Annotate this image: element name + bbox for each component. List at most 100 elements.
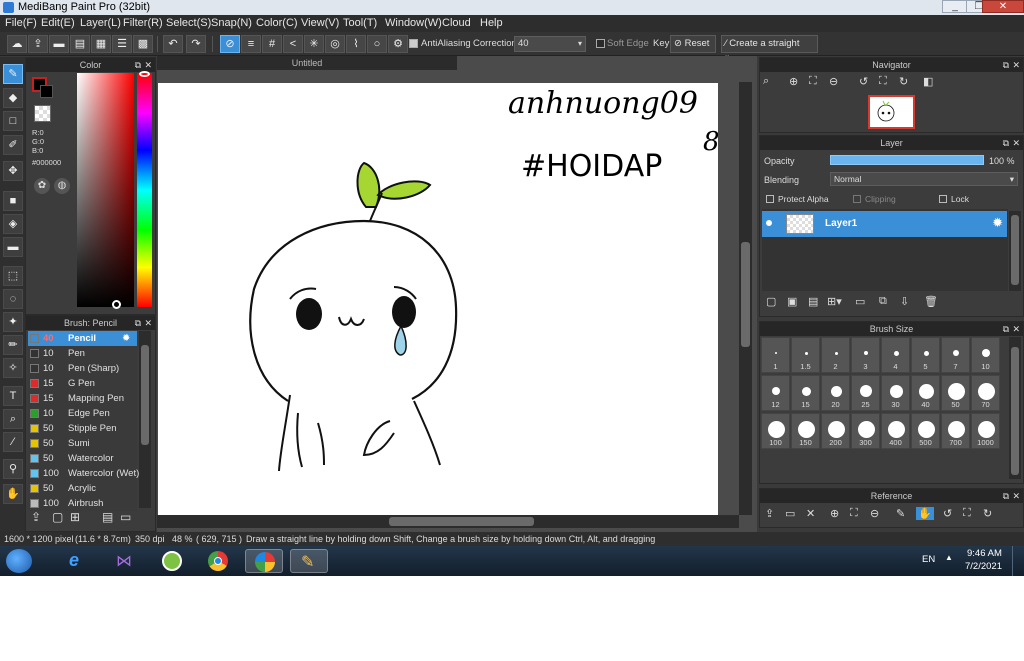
- undo-icon[interactable]: ↶: [163, 35, 183, 53]
- show-desktop-button[interactable]: [1012, 546, 1024, 576]
- medibang-taskbar-icon[interactable]: [245, 549, 283, 573]
- new-layer-icon[interactable]: ▢: [766, 295, 776, 308]
- brush-item[interactable]: 15 Mapping Pen: [28, 391, 137, 406]
- popout-icon[interactable]: ⧉: [1003, 489, 1009, 503]
- new-8bit-layer-icon[interactable]: ▤: [808, 295, 818, 308]
- menu-view[interactable]: View(V): [301, 17, 339, 29]
- brush-size-option[interactable]: 1: [761, 337, 790, 373]
- close-icon[interactable]: ✕: [1012, 58, 1020, 72]
- brush-size-option[interactable]: 20: [821, 375, 850, 411]
- ref-reset-icon[interactable]: ⛶: [963, 507, 971, 520]
- brush-size-option[interactable]: 150: [791, 413, 820, 449]
- text-tool-icon[interactable]: T: [3, 386, 23, 406]
- bucket-tool-icon[interactable]: ◈: [3, 214, 23, 234]
- correction-select[interactable]: 40 ▾: [514, 36, 586, 52]
- cloud-icon[interactable]: ☁: [7, 35, 27, 53]
- share-icon[interactable]: ⇪: [28, 35, 48, 53]
- select-pen-tool-icon[interactable]: ✏: [3, 335, 23, 355]
- folder-icon[interactable]: ▭: [855, 295, 865, 308]
- brush-size-option[interactable]: 50: [941, 375, 970, 411]
- zoom-out-icon[interactable]: ⊖: [829, 75, 838, 88]
- comment-icon[interactable]: ▬: [49, 35, 69, 53]
- zoom-in-icon[interactable]: ⊕: [789, 75, 798, 88]
- delete-layer-icon[interactable]: 🗑: [924, 295, 938, 308]
- ref-zoom-in-icon[interactable]: ⊕: [830, 507, 839, 520]
- brush-cloud-icon[interactable]: ⇪: [31, 510, 41, 524]
- snap-off-icon[interactable]: ⊘: [220, 35, 240, 53]
- list-icon[interactable]: ☰: [112, 35, 132, 53]
- drawing-canvas[interactable]: anhnuong09 8 #HOIDAP: [158, 83, 718, 515]
- reset-view-icon[interactable]: ⛶: [879, 75, 887, 88]
- brush-item[interactable]: 10 Edge Pen: [28, 406, 137, 421]
- divide-tool-icon[interactable]: ⌕: [3, 409, 23, 429]
- brush-size-option[interactable]: 2: [821, 337, 850, 373]
- brush-size-option[interactable]: 700: [941, 413, 970, 449]
- menu-help[interactable]: Help: [480, 17, 503, 29]
- lasso-tool-icon[interactable]: ◌: [3, 289, 23, 309]
- menu-filter[interactable]: Filter(R): [123, 17, 163, 29]
- brush-size-option[interactable]: 1.5: [791, 337, 820, 373]
- ref-rotate-left-icon[interactable]: ↺: [943, 507, 952, 520]
- brush-item[interactable]: 10 Pen: [28, 346, 137, 361]
- tray-expand-icon[interactable]: ▲: [945, 553, 953, 562]
- brush-item[interactable]: 50 Watercolor: [28, 451, 137, 466]
- popout-icon[interactable]: ⧉: [135, 316, 141, 330]
- ref-rotate-right-icon[interactable]: ↻: [983, 507, 992, 520]
- layer-scroll-thumb[interactable]: [1011, 215, 1019, 285]
- menu-snap[interactable]: Snap(N): [211, 17, 252, 29]
- brush-scroll-thumb[interactable]: [141, 345, 149, 445]
- new-brush-icon[interactable]: ▢: [52, 510, 63, 524]
- redo-icon[interactable]: ↷: [186, 35, 206, 53]
- magic-wand-tool-icon[interactable]: ✦: [3, 312, 23, 332]
- rotate-left-icon[interactable]: ↺: [859, 75, 868, 88]
- grid-icon[interactable]: ▩: [133, 35, 153, 53]
- ref-hand-icon[interactable]: ✋: [916, 507, 934, 520]
- brush-item[interactable]: 50 Stipple Pen: [28, 421, 137, 436]
- fill-rect-tool-icon[interactable]: ■: [3, 191, 23, 211]
- brush-size-option[interactable]: 200: [821, 413, 850, 449]
- menu-edit[interactable]: Edit(E): [41, 17, 75, 29]
- ref-zoom-out-icon[interactable]: ⊖: [870, 507, 879, 520]
- brush-item[interactable]: 100 Watercolor (Wet): [28, 466, 139, 481]
- brush-size-option[interactable]: 1000: [971, 413, 1000, 449]
- merge-layer-icon[interactable]: ⇩: [900, 295, 909, 308]
- hue-cursor[interactable]: [139, 71, 150, 77]
- eraser-tool-icon[interactable]: ◆: [3, 88, 23, 108]
- pen-tool-icon[interactable]: ✐: [3, 135, 23, 155]
- brush-size-option[interactable]: 400: [881, 413, 910, 449]
- brush-item[interactable]: 40 Pencil: [28, 331, 137, 346]
- canvas-horizontal-thumb[interactable]: [389, 517, 534, 526]
- brush-add-icon[interactable]: ⊞: [70, 510, 80, 524]
- brush-size-scrollbar[interactable]: [1009, 337, 1021, 479]
- eye-icon[interactable]: [766, 220, 772, 226]
- snap-vanishing-icon[interactable]: <: [283, 35, 303, 53]
- brush-list-scrollbar[interactable]: [139, 331, 151, 508]
- ref-cloud-icon[interactable]: ⇪: [765, 507, 774, 520]
- brush-folder-icon[interactable]: ▭: [120, 510, 131, 524]
- language-indicator[interactable]: EN: [922, 554, 935, 565]
- canvas-vertical-scrollbar[interactable]: [739, 82, 752, 515]
- protect-alpha-checkbox[interactable]: [766, 195, 774, 203]
- minimize-button[interactable]: _: [942, 0, 968, 13]
- saturation-value-picker[interactable]: [77, 73, 134, 307]
- move-tool-icon[interactable]: ✥: [3, 161, 23, 181]
- brush-size-option[interactable]: 7: [941, 337, 970, 373]
- select-rect-tool-icon[interactable]: ⬚: [3, 266, 23, 286]
- brush-item[interactable]: 15 G Pen: [28, 376, 137, 391]
- brush-settings-gear-icon[interactable]: ✹: [122, 333, 132, 344]
- internet-explorer-icon[interactable]: e: [58, 549, 96, 573]
- brush-size-option[interactable]: 100: [761, 413, 790, 449]
- operation-tool-icon[interactable]: ⁄: [3, 432, 23, 452]
- snap-circle-icon[interactable]: ◎: [325, 35, 345, 53]
- brush-tool-icon[interactable]: ✎: [3, 64, 23, 84]
- menu-select[interactable]: Select(S): [166, 17, 211, 29]
- ref-fit-icon[interactable]: ⛶: [850, 507, 858, 520]
- snap-crisscross-icon[interactable]: #: [262, 35, 282, 53]
- start-button[interactable]: [6, 549, 32, 573]
- navigator-thumbnail[interactable]: [868, 95, 915, 129]
- close-button[interactable]: ✕: [982, 0, 1024, 13]
- new-halftone-layer-icon[interactable]: ▣: [787, 295, 797, 308]
- flip-icon[interactable]: ◧: [923, 75, 933, 88]
- antialiasing-checkbox[interactable]: [409, 39, 418, 48]
- brush-size-option[interactable]: 5: [911, 337, 940, 373]
